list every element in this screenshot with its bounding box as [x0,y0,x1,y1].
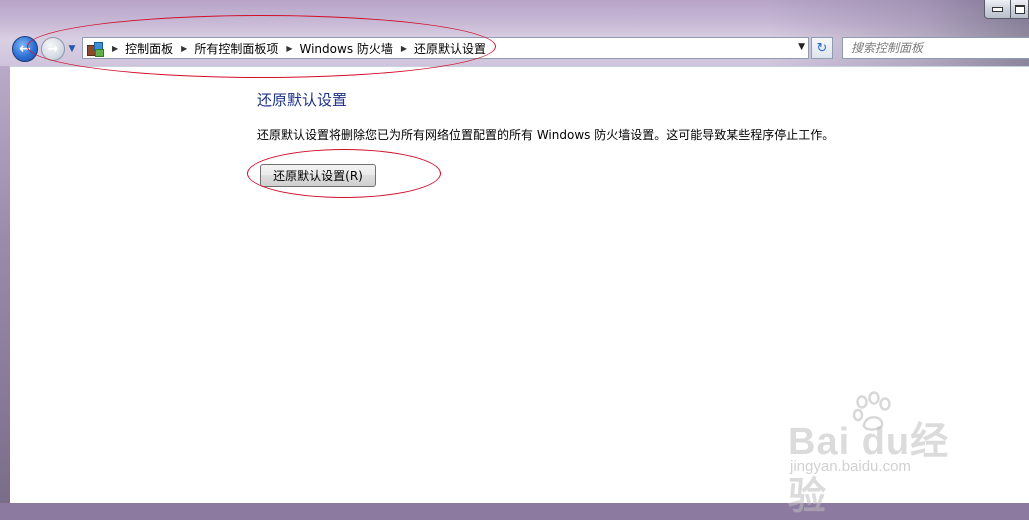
page-title: 还原默认设置 [257,91,348,109]
address-bar-annotation [27,15,496,78]
search-box[interactable] [842,37,1029,59]
maximize-button[interactable] [1011,0,1029,19]
window-controls [984,0,1029,19]
window-left-border [0,66,10,503]
refresh-button[interactable]: ↻ [811,37,833,59]
page-description: 还原默认设置将删除您已为所有网络位置配置的所有 Windows 防火墙设置。这可… [257,128,835,142]
content-pane: 还原默认设置 还原默认设置将删除您已为所有网络位置配置的所有 Windows 防… [10,66,1029,503]
minimize-icon [992,6,1003,12]
search-input[interactable] [851,41,1021,55]
refresh-icon: ↻ [816,40,828,56]
address-dropdown-icon[interactable]: ▼ [798,42,805,52]
maximize-icon [1014,4,1025,14]
minimize-button[interactable] [984,0,1011,19]
restore-button-annotation [247,149,441,198]
